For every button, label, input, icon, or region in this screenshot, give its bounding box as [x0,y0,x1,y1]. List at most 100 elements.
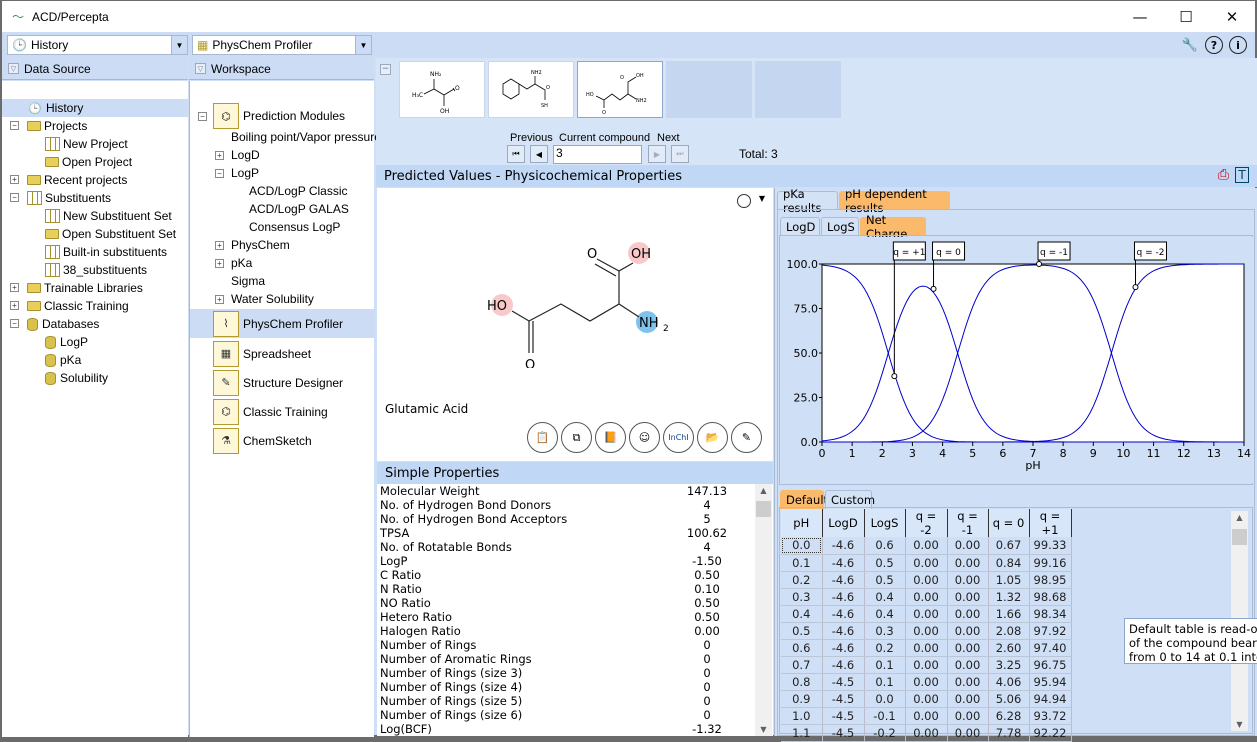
table-cell[interactable]: 0.00 [947,656,989,674]
table-cell[interactable]: 0.00 [905,639,948,657]
collapse-icon[interactable]: − [215,168,224,178]
table-cell[interactable]: 0.00 [905,537,948,555]
table-cell[interactable]: 99.16 [1029,554,1072,572]
open-folder-icon[interactable]: 📂 [697,422,728,453]
workspace-item[interactable]: − ⌬ Prediction Modules [190,103,375,129]
pencil-icon[interactable]: ✎ [731,422,762,453]
data-source-item[interactable]: − Substituents [2,189,188,207]
smiley-icon[interactable]: ☺ [629,422,660,453]
table-cell[interactable]: 0.5 [864,554,906,572]
workspace-item[interactable]: + LogD [190,146,375,164]
table-cell[interactable]: 1.32 [988,588,1030,606]
table-row[interactable]: 0.1 -4.6 0.5 0.00 0.00 0.84 99.16 [781,554,1072,572]
collapse-icon[interactable]: − [198,111,207,121]
table-row[interactable]: 0.8 -4.5 0.1 0.00 0.00 4.06 95.94 [781,673,1072,691]
table-cell[interactable]: 0.4 [864,605,906,623]
table-row[interactable]: 1.0 -4.5 -0.1 0.00 0.00 6.28 93.72 [781,707,1072,725]
scroll-down-icon[interactable]: ▼ [1231,720,1248,729]
table-cell[interactable]: 0.67 [988,537,1030,555]
table-cell[interactable]: 0.00 [947,639,989,657]
table-cell[interactable]: 0.00 [905,605,948,623]
compound-thumbnail-selected[interactable]: HO O OH NH2 O [577,61,663,118]
table-cell[interactable]: 0.00 [905,571,948,589]
collapse-icon[interactable]: − [10,319,19,328]
data-source-item[interactable]: − Projects [2,117,188,135]
table-cell[interactable]: 0.5 [781,622,823,640]
chevron-down-icon[interactable]: ▼ [171,36,187,54]
expand-icon[interactable]: + [215,258,224,268]
data-source-item[interactable]: LogP [2,333,188,351]
data-source-item[interactable]: − Databases [2,315,188,333]
tab-ph-dependent-results[interactable]: pH dependent results [839,187,950,215]
minimize-button[interactable]: — [1117,1,1163,32]
table-row[interactable]: 0.4 -4.6 0.4 0.00 0.00 1.66 98.34 [781,605,1072,623]
table-cell[interactable]: -0.1 [864,707,906,725]
data-source-item[interactable]: pKa [2,351,188,369]
collapse-icon[interactable]: − [10,121,19,130]
scroll-up-icon[interactable]: ▲ [1231,513,1248,522]
table-cell[interactable]: 5.06 [988,690,1030,708]
table-cell[interactable]: 0.1 [864,656,906,674]
table-cell[interactable]: 97.40 [1029,639,1072,657]
next-compound-button[interactable]: ▶ [648,145,666,163]
table-cell[interactable]: 2.08 [988,622,1030,640]
info-icon[interactable]: i [1229,36,1247,54]
table-cell[interactable]: 0.0 [781,537,823,555]
table-cell[interactable]: 0.1 [781,554,823,572]
table-cell[interactable]: -4.6 [822,605,865,623]
table-cell[interactable]: -4.6 [822,639,865,657]
tab-net-charge[interactable]: Net Charge [860,213,926,241]
table-cell[interactable]: 0.4 [864,588,906,606]
table-cell[interactable]: 0.6 [781,639,823,657]
tab-logd[interactable]: LogD [780,217,820,236]
table-cell[interactable]: 0.0 [864,690,906,708]
data-source-item[interactable]: New Project [2,135,188,153]
table-cell[interactable]: 0.00 [947,588,989,606]
close-button[interactable]: ✕ [1209,1,1255,32]
last-compound-button[interactable]: ⏭ [671,145,689,163]
scrollbar-thumb[interactable] [756,501,771,517]
table-cell[interactable]: 0.00 [947,605,989,623]
table-cell[interactable]: 0.00 [905,724,948,742]
previous-compound-button[interactable]: ◀ [530,145,548,163]
table-row[interactable]: 0.2 -4.6 0.5 0.00 0.00 1.05 98.95 [781,571,1072,589]
expand-icon[interactable]: + [10,283,19,292]
table-cell[interactable]: -4.6 [822,571,865,589]
table-cell[interactable]: -4.6 [822,554,865,572]
table-cell[interactable]: 0.00 [905,707,948,725]
workspace-item[interactable]: ACD/LogP Classic [190,182,375,200]
scroll-up-icon[interactable]: ▲ [755,486,772,495]
wrench-icon[interactable]: 🔧 [1181,36,1199,54]
workspace-item[interactable]: ▦ Spreadsheet [190,339,375,368]
table-cell[interactable]: 96.75 [1029,656,1072,674]
tab-logs[interactable]: LogS [821,217,859,236]
collapse-icon[interactable]: − [380,64,391,75]
column-header[interactable]: LogS [864,509,906,537]
table-cell[interactable]: 0.00 [905,690,948,708]
table-cell[interactable]: 2.60 [988,639,1030,657]
data-source-item[interactable]: + Trainable Libraries [2,279,188,297]
copy-structure-icon[interactable]: ⧉ [561,422,592,453]
table-cell[interactable]: 3.25 [988,656,1030,674]
table-cell[interactable]: 98.68 [1029,588,1072,606]
table-cell[interactable]: 92.22 [1029,724,1072,742]
scrollbar-thumb[interactable] [1232,529,1247,545]
workspace-item[interactable]: Consensus LogP [190,218,375,236]
table-cell[interactable]: 0.2 [864,639,906,657]
table-cell[interactable]: -4.5 [822,724,865,742]
expand-icon[interactable]: + [10,175,19,184]
table-cell[interactable]: 0.00 [905,588,948,606]
data-source-item[interactable]: + Recent projects [2,171,188,189]
column-header[interactable]: LogD [822,509,865,537]
table-cell[interactable]: 7.78 [988,724,1030,742]
table-cell[interactable]: 0.00 [947,707,989,725]
table-cell[interactable]: 0.5 [864,571,906,589]
table-cell[interactable]: 0.4 [781,605,823,623]
tab-pka-results[interactable]: pKa results [777,187,838,215]
workspace-item[interactable]: ⌇ PhysChem Profiler [190,309,375,338]
table-row[interactable]: 1.1 -4.5 -0.2 0.00 0.00 7.78 92.22 [781,724,1072,742]
table-cell[interactable]: -4.5 [822,673,865,691]
table-cell[interactable]: 98.95 [1029,571,1072,589]
help-icon[interactable]: ? [1205,36,1223,54]
maximize-button[interactable]: ☐ [1163,1,1209,32]
